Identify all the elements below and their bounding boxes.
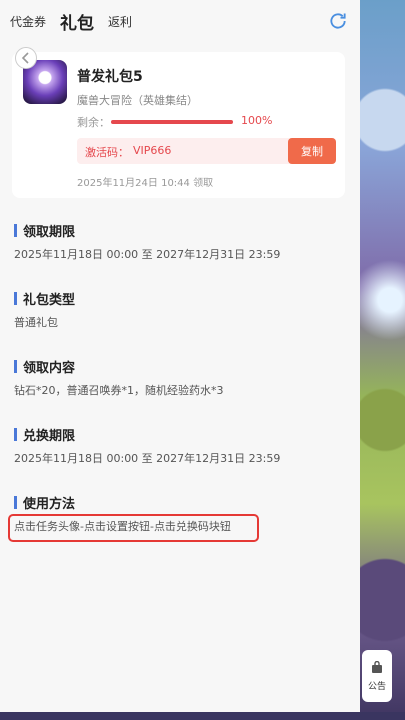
remain-percent: 100% (241, 114, 273, 127)
claim-time: 2025年11月24日 10:44 领取 (77, 178, 214, 189)
chevron-left-icon (21, 52, 29, 64)
usage-highlight-box (8, 514, 259, 542)
code-label: 激活码： (85, 146, 129, 159)
section-gift-type: 礼包类型 普通礼包 (14, 288, 344, 332)
section-title: 领取内容 (23, 360, 76, 376)
code-value: VIP666 (133, 144, 172, 157)
activation-code-row: 激活码： VIP666 复制 (77, 138, 336, 164)
bag-icon (372, 660, 382, 673)
copy-button[interactable]: 复制 (288, 138, 336, 164)
back-button[interactable] (15, 47, 37, 69)
tab-vouchers[interactable]: 代金券 (10, 13, 46, 30)
remain-progress-bar (111, 120, 233, 124)
section-marker (14, 223, 17, 237)
section-claim-period: 领取期限 2025年11月18日 00:00 至 2027年12月31日 23:… (14, 220, 344, 264)
section-redeem-period: 兑换期限 2025年11月18日 00:00 至 2027年12月31日 23:… (14, 424, 344, 468)
tab-bar: 代金券 礼包 返利 (0, 0, 360, 42)
section-body: 2025年11月18日 00:00 至 2027年12月31日 23:59 (14, 452, 281, 465)
section-title: 使用方法 (23, 496, 76, 512)
tab-rebates[interactable]: 返利 (108, 13, 132, 30)
game-name: 魔兽大冒险（英雄集结） (77, 94, 198, 107)
remain-label: 剩余： (77, 116, 110, 129)
section-body: 普通礼包 (14, 316, 58, 329)
gift-panel: 代金券 礼包 返利 普发礼包5 魔兽大冒险（英雄集结） 剩余： 100% 激活码… (0, 0, 360, 720)
bottom-strip (0, 712, 405, 720)
section-title: 兑换期限 (23, 428, 76, 444)
gift-card: 普发礼包5 魔兽大冒险（英雄集结） 剩余： 100% 激活码： VIP666 复… (12, 52, 345, 198)
tab-gifts[interactable]: 礼包 (60, 9, 94, 34)
notice-label: 公告 (367, 681, 386, 692)
section-body: 2025年11月18日 00:00 至 2027年12月31日 23:59 (14, 248, 281, 261)
section-marker (14, 495, 17, 509)
section-marker (14, 427, 17, 441)
section-marker (14, 291, 17, 305)
section-title: 领取期限 (23, 224, 76, 240)
section-title: 礼包类型 (23, 292, 76, 308)
section-contents: 领取内容 钻石*20，普通召唤券*1，随机经验药水*3 (14, 356, 344, 400)
remain-progress-fill (111, 120, 233, 124)
section-marker (14, 359, 17, 373)
section-body: 钻石*20，普通召唤券*1，随机经验药水*3 (14, 384, 224, 397)
gift-title: 普发礼包5 (77, 69, 143, 85)
notice-button[interactable]: 公告 (362, 650, 392, 702)
refresh-icon[interactable] (328, 11, 348, 31)
